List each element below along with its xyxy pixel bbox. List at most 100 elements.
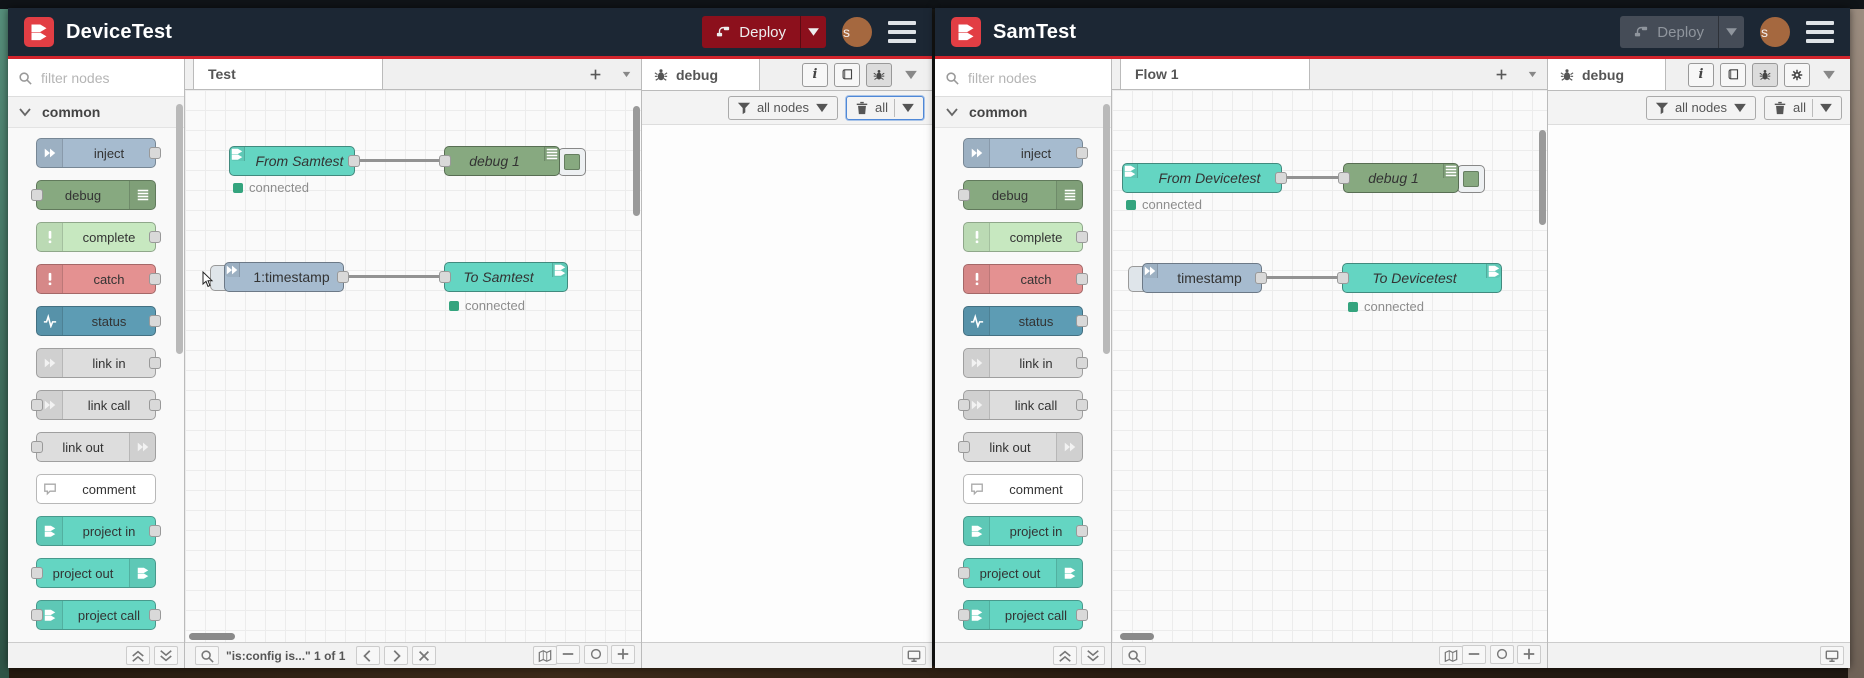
open-debug-window-button[interactable] — [1820, 646, 1844, 665]
flow-node-timestamp[interactable]: timestamp — [1142, 263, 1267, 293]
flow-node-debug-1[interactable]: debug 1 — [439, 146, 560, 176]
palette-collapse-up-button[interactable] — [126, 646, 150, 665]
output-port[interactable] — [1275, 172, 1287, 184]
palette-node-status[interactable]: status — [963, 306, 1088, 336]
palette-node-debug[interactable]: debug — [958, 180, 1083, 210]
palette-node-project-in[interactable]: project in — [36, 516, 161, 546]
input-port[interactable] — [439, 155, 451, 167]
palette-node-project-out[interactable]: project out — [31, 558, 156, 588]
help-tab-button[interactable] — [1720, 62, 1746, 87]
zoom-reset-button[interactable] — [1489, 644, 1514, 664]
palette-node-catch[interactable]: catch — [963, 264, 1088, 294]
user-avatar[interactable]: s — [842, 17, 872, 47]
wire[interactable] — [342, 275, 446, 278]
palette-filter-input[interactable] — [39, 68, 153, 87]
palette-filter-input[interactable] — [966, 68, 1080, 87]
flow-node-to-samtest[interactable]: To Samtest — [439, 262, 568, 292]
navigator-button[interactable] — [1439, 646, 1464, 665]
flow-node-from-samtest[interactable]: From Samtest — [229, 146, 360, 176]
palette-node-comment[interactable]: comment — [963, 474, 1083, 504]
tab-debug[interactable]: debug — [1548, 59, 1666, 90]
input-port[interactable] — [439, 271, 451, 283]
input-port[interactable] — [1338, 172, 1350, 184]
horizontal-scrollbar[interactable] — [189, 633, 235, 640]
user-avatar[interactable]: s — [1760, 17, 1790, 47]
palette-node-link-call[interactable]: link call — [31, 390, 161, 420]
horizontal-scrollbar[interactable] — [1120, 633, 1154, 640]
flow-node-debug-1[interactable]: debug 1 — [1338, 163, 1459, 193]
deploy-button[interactable]: Deploy — [1620, 16, 1718, 48]
palette-node-catch[interactable]: catch — [36, 264, 161, 294]
flow-node-from-devicetest[interactable]: From Devicetest — [1122, 163, 1287, 193]
palette-node-project-call[interactable]: project call — [31, 600, 161, 630]
flow-canvas[interactable]: From Samtest debug 1 connected 1:timesta… — [185, 90, 641, 642]
zoom-reset-button[interactable] — [583, 644, 608, 664]
search-flows-button[interactable] — [195, 646, 219, 665]
output-port[interactable] — [1255, 272, 1267, 284]
palette-node-link-call[interactable]: link call — [958, 390, 1088, 420]
previous-match-button[interactable] — [356, 646, 381, 665]
debug-clear-button[interactable]: all — [1763, 95, 1842, 120]
wire[interactable] — [1280, 176, 1345, 179]
palette-node-link-in[interactable]: link in — [963, 348, 1088, 378]
debug-tab-button[interactable] — [1752, 62, 1778, 87]
close-search-button[interactable] — [412, 646, 437, 665]
main-menu-button[interactable] — [1806, 21, 1834, 43]
add-flow-button[interactable] — [1493, 66, 1510, 83]
debug-clear-button[interactable]: all — [845, 95, 924, 120]
vertical-scrollbar[interactable] — [1539, 130, 1546, 225]
info-tab-button[interactable]: i — [1688, 62, 1714, 87]
navigator-button[interactable] — [533, 646, 558, 665]
flow-list-button[interactable] — [1526, 68, 1539, 81]
debug-filter-button[interactable]: all nodes — [727, 95, 838, 120]
flow-tab-flow-1[interactable]: Flow 1 — [1120, 59, 1310, 89]
flow-node-timestamp[interactable]: 1:timestamp — [224, 262, 349, 292]
debug-enable-toggle[interactable] — [558, 148, 586, 176]
palette-node-complete[interactable]: complete — [36, 222, 161, 252]
sidebar-options-button[interactable] — [898, 67, 924, 83]
palette-category-common[interactable]: common — [935, 97, 1111, 128]
deploy-options-button[interactable] — [800, 16, 826, 48]
palette-node-link-in[interactable]: link in — [36, 348, 161, 378]
search-flows-button[interactable] — [1122, 646, 1146, 665]
palette-scrollbar[interactable] — [1103, 104, 1110, 354]
palette-node-comment[interactable]: comment — [36, 474, 156, 504]
wire[interactable] — [353, 159, 446, 162]
output-port[interactable] — [348, 155, 360, 167]
palette-node-status[interactable]: status — [36, 306, 161, 336]
info-tab-button[interactable]: i — [802, 62, 828, 87]
palette-node-debug[interactable]: debug — [31, 180, 156, 210]
main-menu-button[interactable] — [888, 21, 916, 43]
zoom-in-button[interactable] — [1517, 644, 1541, 664]
next-match-button[interactable] — [384, 646, 409, 665]
debug-enable-toggle[interactable] — [1457, 165, 1485, 193]
settings-tab-button[interactable] — [1784, 62, 1810, 87]
palette-collapse-up-button[interactable] — [1053, 646, 1077, 665]
palette-node-project-in[interactable]: project in — [963, 516, 1088, 546]
flow-canvas[interactable]: From Devicetest debug 1 connected timest… — [1112, 90, 1547, 642]
zoom-out-button[interactable] — [556, 644, 581, 664]
palette-node-complete[interactable]: complete — [963, 222, 1088, 252]
help-tab-button[interactable] — [834, 62, 860, 87]
debug-filter-button[interactable]: all nodes — [1645, 95, 1756, 120]
palette-node-inject[interactable]: inject — [36, 138, 161, 168]
flow-tab-test[interactable]: Test — [193, 59, 383, 89]
tab-debug[interactable]: debug — [642, 59, 760, 90]
palette-collapse-down-button[interactable] — [154, 646, 178, 665]
palette-node-link-out[interactable]: link out — [958, 432, 1083, 462]
palette-node-link-out[interactable]: link out — [31, 432, 156, 462]
deploy-options-button[interactable] — [1718, 16, 1744, 48]
open-debug-window-button[interactable] — [902, 646, 926, 665]
vertical-scrollbar[interactable] — [633, 106, 640, 216]
palette-collapse-down-button[interactable] — [1081, 646, 1105, 665]
zoom-out-button[interactable] — [1462, 644, 1487, 664]
flow-list-button[interactable] — [620, 68, 633, 81]
deploy-button[interactable]: Deploy — [702, 16, 800, 48]
sidebar-options-button[interactable] — [1816, 67, 1842, 83]
palette-node-project-out[interactable]: project out — [958, 558, 1083, 588]
palette-scrollbar[interactable] — [176, 104, 183, 354]
input-port[interactable] — [1337, 272, 1349, 284]
palette-node-inject[interactable]: inject — [963, 138, 1088, 168]
flow-node-to-devicetest[interactable]: To Devicetest — [1337, 263, 1502, 293]
add-flow-button[interactable] — [587, 66, 604, 83]
